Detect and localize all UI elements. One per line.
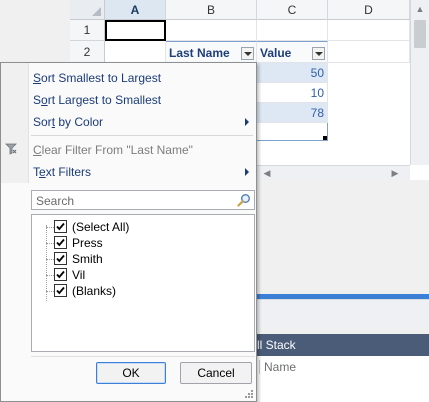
checkbox[interactable] [54, 236, 67, 249]
value-cell[interactable]: 78 [257, 103, 328, 123]
menu-text-filters[interactable]: Text Filters [33, 162, 91, 182]
menu-separator [31, 135, 253, 136]
tree-connector [46, 275, 54, 276]
menu-icon-gutter [1, 63, 29, 183]
call-stack-panel-title[interactable]: ll Stack [255, 334, 429, 356]
column-header-d[interactable]: D [328, 0, 410, 20]
menu-label: ort Smallest to Largest [41, 71, 162, 85]
corner-triangle-icon [92, 7, 101, 16]
menu-sort-smallest-to-largest[interactable]: Sort Smallest to Largest [33, 68, 161, 88]
column-header-b[interactable]: B [166, 0, 257, 20]
tree-connector [46, 227, 54, 228]
table-header-last-name[interactable]: Last Name [166, 41, 257, 63]
table-header-label: Last Name [169, 46, 230, 60]
table-end-cell[interactable] [257, 123, 328, 141]
checkmark-icon [56, 238, 65, 247]
cell-d2[interactable] [328, 41, 410, 63]
filter-list-item-label: (Blanks) [72, 284, 117, 298]
submenu-arrow-icon [245, 118, 249, 126]
scroll-up-arrow-icon[interactable]: ▲ [411, 0, 429, 18]
tree-connector [46, 291, 54, 292]
tree-connector [46, 225, 47, 301]
checkbox[interactable] [54, 268, 67, 281]
scroll-thumb[interactable] [414, 20, 426, 48]
table-header-value[interactable]: Value [257, 41, 328, 63]
tree-connector [46, 243, 54, 244]
menu-label: xt Filters [45, 165, 92, 179]
menu-sort-by-color[interactable]: Sort by Color [33, 112, 103, 132]
search-input[interactable] [34, 192, 234, 210]
submenu-arrow-icon [245, 168, 249, 176]
autofilter-dropdown: Sort Smallest to Largest Sort Largest to… [0, 62, 257, 402]
value-cell[interactable]: 50 [257, 63, 328, 83]
filter-list-item-label: Press [72, 236, 103, 250]
row-header-1[interactable]: 1 [70, 20, 105, 41]
vertical-scrollbar[interactable]: ▲ [410, 0, 429, 165]
filter-dropdown-icon[interactable] [241, 47, 254, 60]
checkbox[interactable] [54, 284, 67, 297]
menu-sort-largest-to-smallest[interactable]: Sort Largest to Smallest [33, 90, 161, 110]
menu-label: S [33, 93, 42, 107]
menu-label: lear Filter From "Last Name" [41, 143, 193, 157]
checkmark-icon [56, 270, 65, 279]
clear-filter-funnel-icon [5, 143, 17, 155]
call-stack-panel: Name [255, 356, 429, 402]
row-header-2[interactable]: 2 [70, 41, 105, 63]
filter-values-list[interactable]: (Select All) Press Smith Vil (Blanks) [31, 214, 255, 352]
column-header-c[interactable]: C [257, 0, 328, 20]
panel-splitter[interactable] [255, 299, 429, 329]
checkbox[interactable] [54, 252, 67, 265]
call-stack-column-name[interactable]: Name [259, 360, 296, 374]
checkmark-icon [56, 254, 65, 263]
footer-separator [31, 356, 255, 357]
filter-dropdown-icon[interactable] [312, 47, 325, 60]
filter-list-item-label: Vil [72, 268, 86, 282]
scroll-left-arrow-icon[interactable]: ◀ [260, 166, 274, 180]
cell-a2[interactable] [105, 41, 166, 63]
resize-grip-icon[interactable] [244, 389, 254, 399]
cancel-button[interactable]: Cancel [180, 362, 252, 384]
checkmark-icon [56, 222, 65, 231]
access-key: C [33, 143, 42, 157]
cell-c1[interactable] [257, 20, 328, 41]
checkbox[interactable] [54, 220, 67, 233]
menu-clear-filter[interactable]: Clear Filter From "Last Name" [33, 140, 193, 160]
menu-label: rt Largest to Smallest [47, 93, 162, 107]
checkmark-icon [56, 286, 65, 295]
access-key: e [39, 165, 46, 179]
search-box[interactable] [31, 190, 255, 210]
value-cell[interactable]: 10 [257, 83, 328, 103]
ok-button[interactable]: OK [96, 362, 166, 384]
column-header-a[interactable]: A [105, 0, 166, 20]
filter-list-item-label: (Select All) [72, 220, 130, 234]
cell-b1[interactable] [166, 20, 257, 41]
cell-d1[interactable] [328, 20, 410, 41]
table-resize-handle-icon[interactable] [323, 136, 327, 140]
access-key: o [41, 93, 48, 107]
scroll-right-arrow-icon[interactable]: ▶ [388, 166, 402, 180]
search-icon[interactable] [237, 193, 251, 207]
select-all-corner[interactable] [70, 0, 105, 20]
access-key: S [33, 71, 42, 85]
filter-list-item-label: Smith [72, 252, 103, 266]
menu-label: Sor [33, 115, 52, 129]
cell-a1-selected[interactable] [105, 20, 166, 41]
menu-label: by Color [55, 115, 104, 129]
tree-connector [46, 259, 54, 260]
table-header-label: Value [260, 46, 292, 60]
